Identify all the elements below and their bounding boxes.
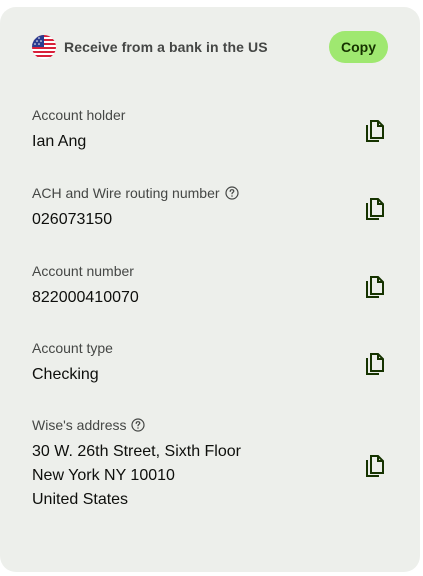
copy-icon[interactable] xyxy=(364,196,386,220)
field-value-line: United States xyxy=(32,491,129,508)
copy-icon[interactable] xyxy=(364,453,386,477)
field-label: Account holder xyxy=(32,106,388,124)
field-wise-address: Wise's address 30 W. 26th Street, Sixth … xyxy=(32,416,388,512)
field-value-line: 30 W. 26th Street, Sixth Floor xyxy=(32,443,241,460)
field-value-line: Checking xyxy=(32,366,99,383)
field-value: Ian Ang xyxy=(32,130,388,154)
field-label-text: Account type xyxy=(32,340,113,356)
field-label: Wise's address xyxy=(32,416,388,434)
field-label-text: Account number xyxy=(32,263,134,279)
copy-icon[interactable] xyxy=(364,351,386,375)
field-value-line: Ian Ang xyxy=(32,133,87,150)
field-value-line: 822000410070 xyxy=(32,289,139,306)
field-label: Account number xyxy=(32,262,388,280)
field-label-text: ACH and Wire routing number xyxy=(32,185,220,201)
field-label-text: Account holder xyxy=(32,107,126,123)
us-flag-icon xyxy=(32,35,56,59)
info-icon[interactable] xyxy=(131,418,146,432)
field-account-number: Account number 822000410070 xyxy=(32,262,388,310)
field-value: Checking xyxy=(32,363,388,387)
account-details-card: Receive from a bank in the US Copy Accou… xyxy=(0,7,420,572)
copy-icon[interactable] xyxy=(364,274,386,298)
field-routing-number: ACH and Wire routing number 026073150 xyxy=(32,184,388,232)
field-label: Account type xyxy=(32,339,388,357)
field-account-type: Account type Checking xyxy=(32,339,388,387)
copy-icon[interactable] xyxy=(364,118,386,142)
field-value: 30 W. 26th Street, Sixth Floor New York … xyxy=(32,440,388,512)
header-title: Receive from a bank in the US xyxy=(64,39,268,55)
field-label-text: Wise's address xyxy=(32,417,127,433)
card-header: Receive from a bank in the US Copy xyxy=(32,31,388,71)
field-value-line: 026073150 xyxy=(32,211,113,228)
field-value: 822000410070 xyxy=(32,286,388,310)
field-value-line: New York NY 10010 xyxy=(32,467,175,484)
info-icon[interactable] xyxy=(224,186,239,200)
field-value: 026073150 xyxy=(32,208,388,232)
field-label: ACH and Wire routing number xyxy=(32,184,388,202)
field-account-holder: Account holder Ian Ang xyxy=(32,106,388,154)
copy-all-button[interactable]: Copy xyxy=(329,31,388,63)
